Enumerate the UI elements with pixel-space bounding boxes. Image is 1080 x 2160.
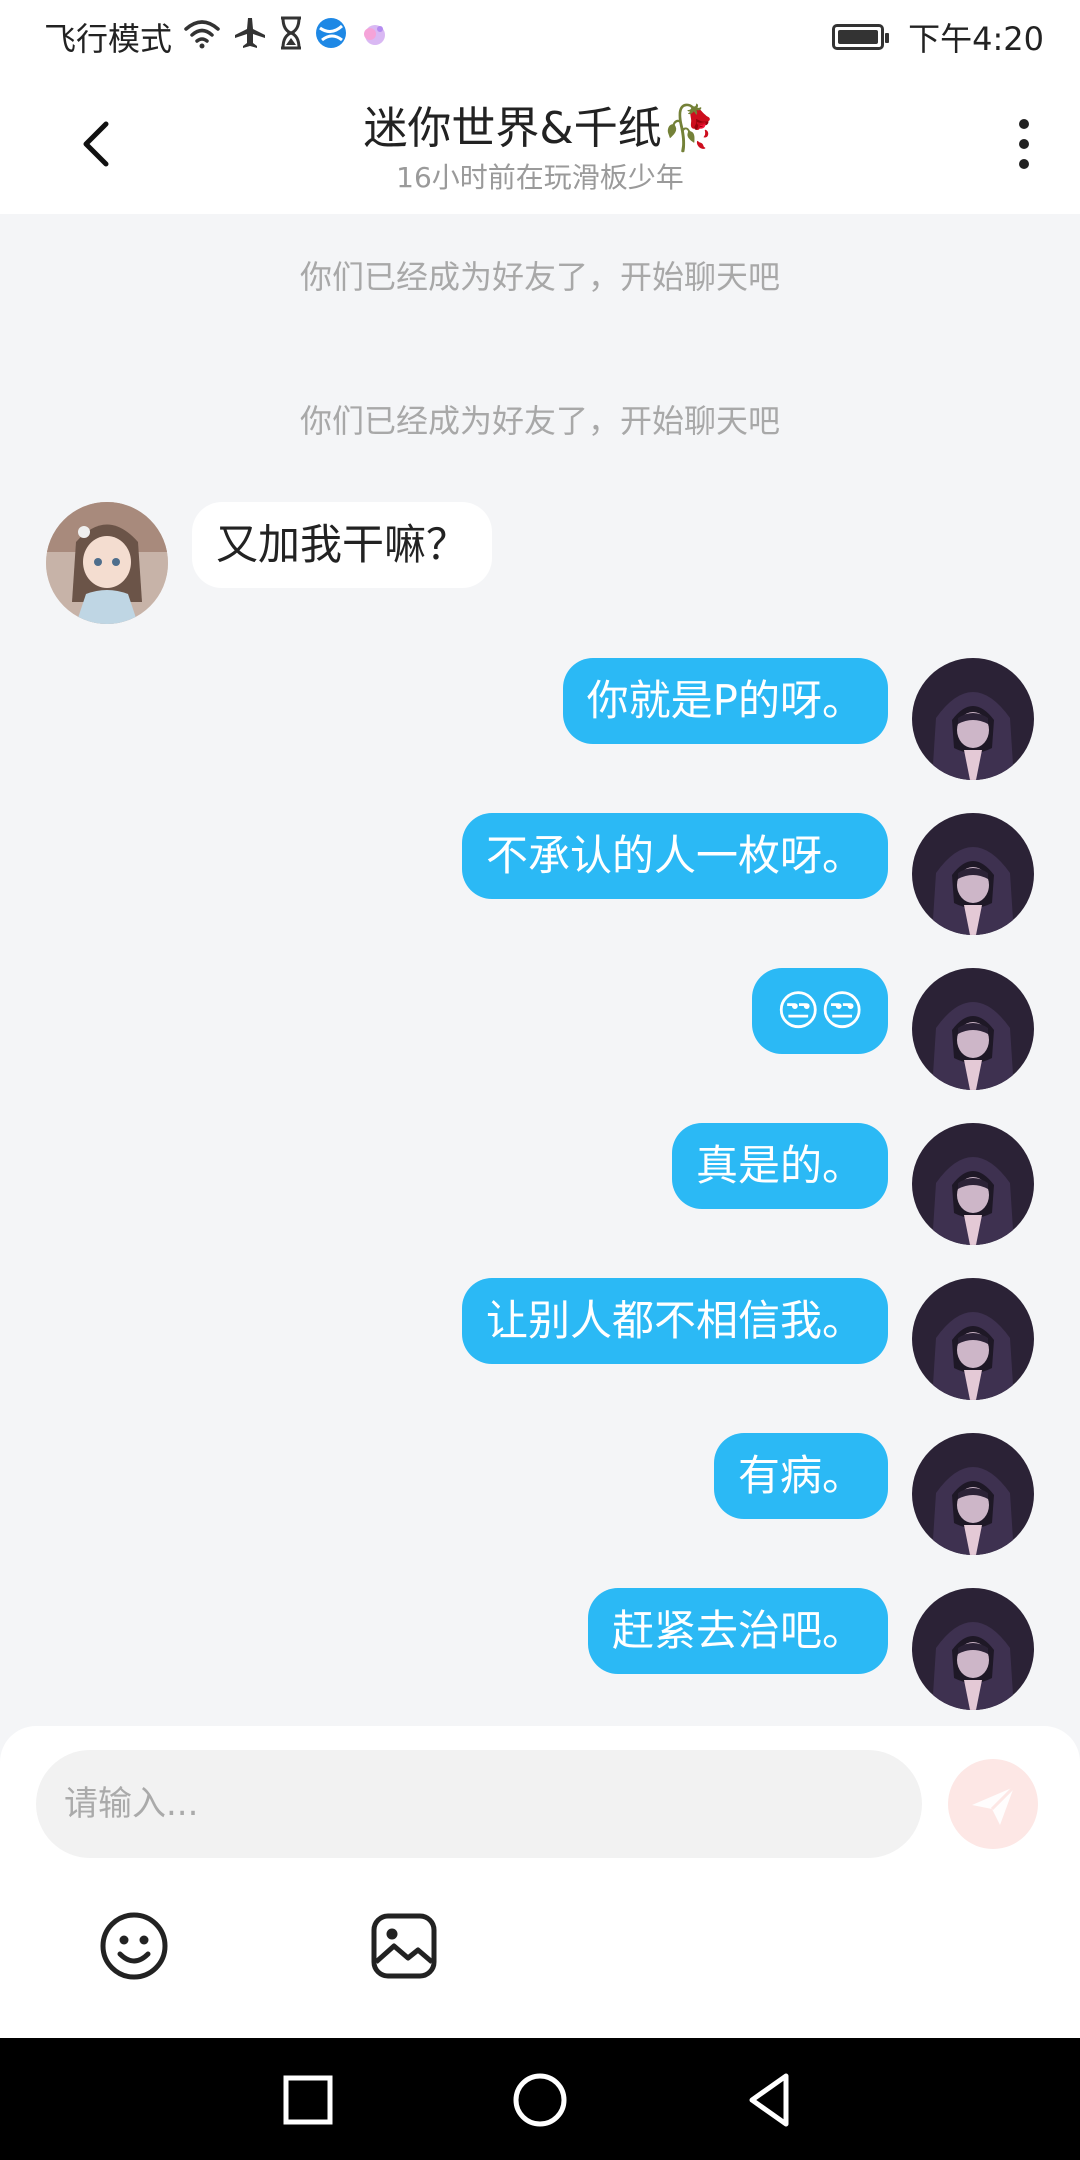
message-bubble-outgoing[interactable]: 你就是P的呀。 (562, 658, 888, 744)
image-icon[interactable] (368, 1910, 440, 1982)
message-bubble-outgoing[interactable]: 有病。 (713, 1433, 888, 1519)
system-message: 你们已经成为好友了，开始聊天吧 (299, 402, 780, 440)
composer: 请输入... (0, 1726, 1080, 2038)
status-left: 飞行模式 (44, 15, 392, 59)
home-icon[interactable] (508, 2068, 572, 2132)
airplane-icon (232, 15, 268, 59)
message-bubble-outgoing[interactable]: 不承认的人一枚呀。 (461, 813, 888, 899)
globe-app-icon (314, 16, 348, 58)
message-input[interactable]: 请输入... (36, 1750, 922, 1858)
message-bubble-outgoing[interactable]: 😒😒 (752, 968, 888, 1054)
system-message: 你们已经成为好友了，开始聊天吧 (299, 258, 780, 296)
message-bubble-outgoing[interactable]: 赶紧去治吧。 (587, 1588, 888, 1674)
back-nav-icon[interactable] (738, 2068, 802, 2132)
system-nav-bar (0, 2038, 1080, 2160)
message-bubble-outgoing[interactable]: 让别人都不相信我。 (461, 1278, 888, 1364)
message-bubble-incoming[interactable]: 又加我干嘛？ (192, 502, 493, 588)
emoji-icon[interactable] (98, 1910, 170, 1982)
my-avatar[interactable] (912, 1278, 1034, 1400)
my-avatar[interactable] (912, 968, 1034, 1090)
contact-name: 迷你世界&千纸🥀 (363, 103, 717, 154)
hourglass-icon (278, 16, 304, 58)
my-avatar[interactable] (912, 1588, 1034, 1710)
message-bubble-outgoing[interactable]: 真是的。 (671, 1123, 888, 1209)
more-vertical-icon[interactable] (1004, 114, 1044, 174)
my-avatar[interactable] (912, 1433, 1034, 1555)
status-right: 下午4:20 (832, 17, 1044, 58)
send-icon[interactable] (948, 1759, 1038, 1849)
status-bar: 飞行模式 下午4:20 (0, 0, 1080, 74)
cloud-app-icon (358, 16, 392, 58)
clock: 下午4:20 (908, 20, 1044, 58)
my-avatar[interactable] (912, 813, 1034, 935)
airplane-mode-label: 飞行模式 (44, 20, 173, 58)
my-avatar[interactable] (912, 1123, 1034, 1245)
battery-icon (832, 24, 890, 50)
chat-header: 迷你世界&千纸🥀 16小时前在玩滑板少年 (0, 74, 1080, 214)
contact-status: 16小时前在玩滑板少年 (396, 161, 684, 194)
recent-apps-icon[interactable] (276, 2068, 340, 2132)
my-avatar[interactable] (912, 658, 1034, 780)
contact-avatar[interactable] (46, 502, 168, 624)
wifi-icon (182, 17, 222, 57)
